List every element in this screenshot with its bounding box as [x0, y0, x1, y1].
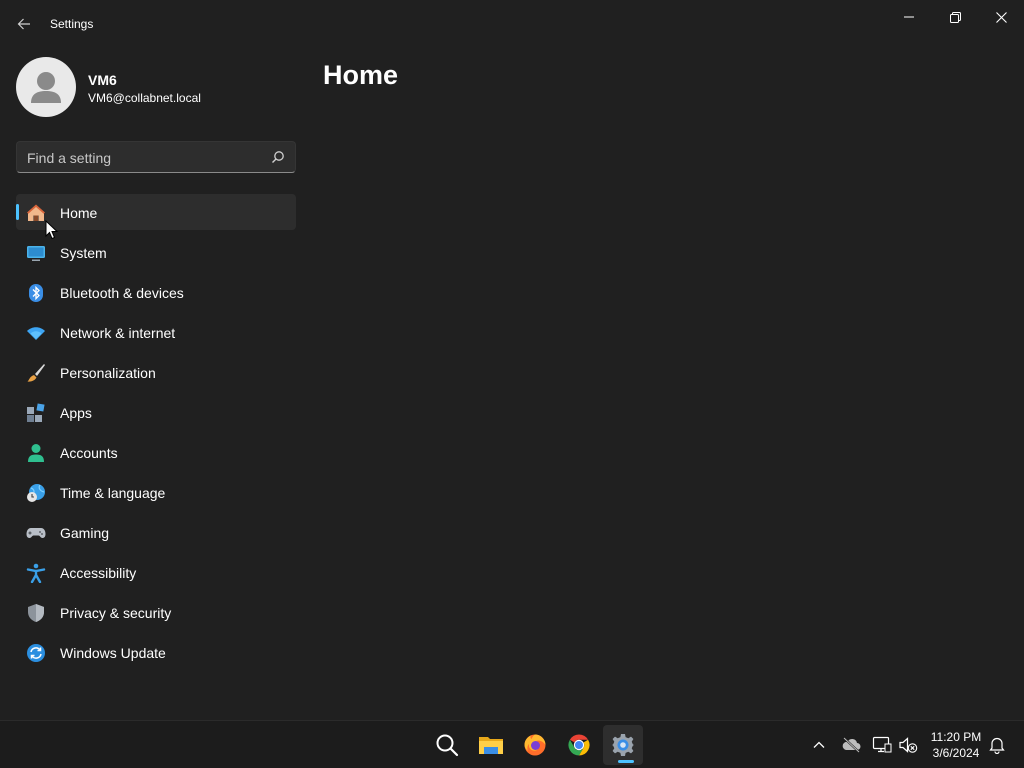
search-input[interactable]	[27, 148, 267, 168]
sidebar-item-privacy-security[interactable]: Privacy & security	[16, 594, 296, 630]
user-name: VM6	[88, 72, 117, 88]
page-title: Home	[323, 60, 399, 90]
globe-clock-icon	[26, 483, 46, 503]
sidebar-item-gaming[interactable]: Gaming	[16, 514, 296, 550]
clock-date[interactable]: 3/6/2024	[926, 746, 986, 760]
home-icon	[26, 203, 46, 223]
bell-icon	[989, 737, 1005, 754]
taskbar-chrome[interactable]	[559, 725, 599, 765]
sidebar-item-label: Gaming	[60, 525, 110, 541]
network-icon	[872, 736, 892, 753]
clock-time[interactable]: 11:20 PM	[926, 730, 986, 744]
search-box[interactable]	[16, 141, 296, 173]
sidebar-item-label: Network & internet	[60, 325, 176, 341]
sidebar-item-label: Accounts	[60, 445, 118, 461]
sidebar-item-label: Time & language	[60, 485, 166, 501]
settings-window: Settings VM6 VM6@collabnet.local Find a …	[0, 0, 1024, 720]
minimize-button[interactable]	[886, 2, 932, 32]
back-arrow-icon	[17, 18, 30, 30]
tray-network[interactable]	[872, 735, 892, 755]
sidebar-item-label: Bluetooth & devices	[60, 285, 184, 301]
sidebar-item-network[interactable]: Network & internet	[16, 314, 296, 350]
sidebar-item-windows-update[interactable]: Windows Update	[16, 634, 296, 670]
sidebar-item-personalization[interactable]: Personalization	[16, 354, 296, 390]
sidebar-item-label: Apps	[60, 405, 92, 421]
back-button[interactable]	[10, 10, 38, 38]
sidebar-item-label: Home	[60, 205, 98, 221]
search-icon	[436, 734, 459, 757]
sidebar-item-accessibility[interactable]: Accessibility	[16, 554, 296, 590]
chevron-up-icon	[813, 741, 825, 748]
restore-button[interactable]	[932, 2, 978, 32]
active-app-indicator	[618, 760, 634, 763]
shield-icon	[26, 603, 46, 623]
cloud-offline-icon	[842, 737, 861, 753]
update-icon	[26, 643, 46, 663]
folder-icon	[479, 737, 503, 754]
sidebar-item-accounts[interactable]: Accounts	[16, 434, 296, 470]
gear-icon	[612, 734, 634, 756]
accessibility-icon	[26, 563, 46, 583]
person-icon	[26, 443, 46, 463]
sidebar-item-time-language[interactable]: Time & language	[16, 474, 296, 510]
taskbar-file-explorer[interactable]	[471, 725, 511, 765]
taskbar-search-button[interactable]	[427, 725, 467, 765]
taskbar: 11:20 PM 3/6/2024	[0, 720, 1024, 768]
sidebar-item-label: Accessibility	[60, 565, 137, 581]
close-icon	[995, 11, 1007, 23]
volume-muted-icon	[899, 737, 918, 753]
taskbar-settings[interactable]	[603, 725, 643, 765]
tray-overflow-button[interactable]	[809, 735, 829, 755]
search-icon[interactable]	[271, 150, 285, 164]
avatar[interactable]	[16, 57, 76, 117]
bluetooth-icon	[26, 283, 46, 303]
chrome-icon	[568, 734, 590, 756]
mouse-cursor-icon	[45, 220, 59, 240]
firefox-icon	[524, 734, 546, 756]
restore-icon	[949, 11, 961, 23]
tray-onedrive[interactable]	[841, 735, 861, 755]
sidebar-item-label: Personalization	[60, 365, 156, 381]
paintbrush-icon	[26, 363, 46, 383]
taskbar-firefox[interactable]	[515, 725, 555, 765]
sidebar-item-apps[interactable]: Apps	[16, 394, 296, 430]
close-button[interactable]	[978, 2, 1024, 32]
sidebar-item-label: Windows Update	[60, 645, 166, 661]
apps-icon	[26, 403, 46, 423]
gamepad-icon	[26, 523, 46, 543]
wifi-icon	[26, 323, 46, 343]
user-email: VM6@collabnet.local	[88, 91, 201, 105]
app-title: Settings	[50, 17, 94, 31]
tray-volume[interactable]	[898, 735, 918, 755]
selection-indicator	[16, 204, 19, 220]
sidebar-item-label: Privacy & security	[60, 605, 172, 621]
minimize-icon	[904, 16, 914, 18]
sidebar-item-label: System	[60, 245, 107, 261]
title-bar: Settings	[0, 0, 1024, 48]
sidebar-item-bluetooth[interactable]: Bluetooth & devices	[16, 274, 296, 310]
monitor-icon	[26, 243, 46, 263]
sidebar-nav: Home System Bluetooth & devices Network …	[16, 194, 296, 674]
notification-center-button[interactable]	[987, 735, 1007, 755]
user-avatar-icon	[31, 72, 61, 103]
